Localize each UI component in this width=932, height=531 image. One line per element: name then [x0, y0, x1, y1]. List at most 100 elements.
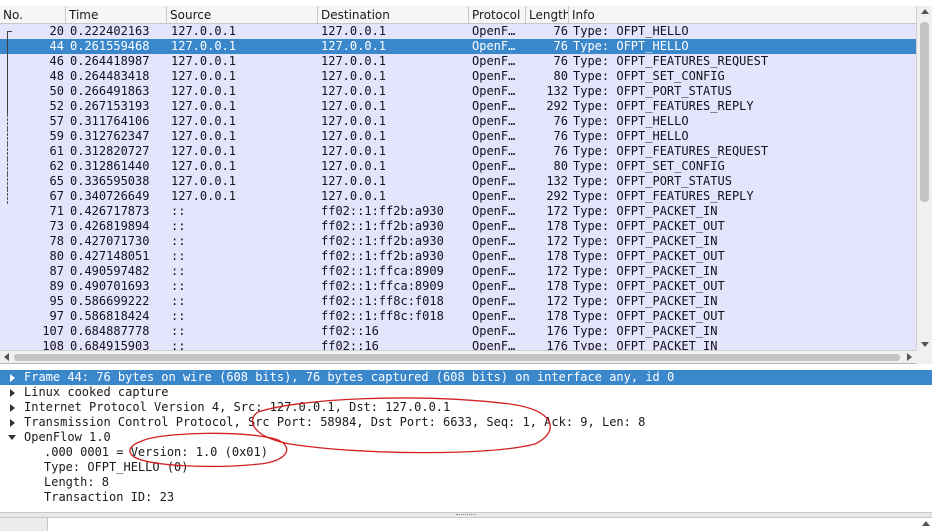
- packet-protocol: OpenF…: [472, 54, 516, 68]
- splitter-grip-icon[interactable]: [456, 514, 476, 516]
- packet-list-vertical-scrollbar[interactable]: [916, 6, 932, 350]
- packet-source: 127.0.0.1: [171, 24, 237, 38]
- packet-list-header: No. Time Source Destination Protocol Len…: [0, 6, 916, 24]
- scroll-right-arrow-icon[interactable]: [907, 353, 912, 361]
- packet-row[interactable]: 71 0.426717873:: ff02::1:ff2b:a930 OpenF… 17…: [0, 204, 916, 219]
- collapse-arrow-icon[interactable]: [8, 435, 16, 440]
- column-header-info[interactable]: Info: [569, 6, 916, 24]
- packet-row[interactable]: 108 0.684915903:: ff02::16 OpenF… 176 Type: O…: [0, 339, 916, 350]
- packet-protocol: OpenF…: [472, 24, 516, 38]
- packet-row[interactable]: 73 0.426819894:: ff02::1:ff2b:a930 OpenF… 17…: [0, 219, 916, 234]
- detail-tree-item[interactable]: .000 0001 = Version: 1.0 (0x01): [0, 445, 932, 460]
- packet-info: Type: OFPT_PACKET_OUT: [573, 279, 725, 293]
- packet-protocol: OpenF…: [472, 204, 516, 218]
- packet-time: 0.586699222: [70, 294, 150, 308]
- packet-source: 127.0.0.1: [171, 144, 237, 158]
- packet-no: 73: [49, 219, 64, 233]
- detail-tree-item[interactable]: Transaction ID: 23: [0, 490, 932, 505]
- expand-arrow-icon[interactable]: [10, 404, 15, 412]
- scroll-down-arrow-icon[interactable]: [921, 342, 929, 347]
- packet-list-pane[interactable]: No. Time Source Destination Protocol Len…: [0, 0, 932, 364]
- packet-time: 0.586818424: [70, 309, 150, 323]
- packet-destination: 127.0.0.1: [321, 174, 387, 188]
- packet-no: 61: [49, 144, 64, 158]
- bytes-offset-column: [0, 518, 48, 531]
- detail-tree-item[interactable]: Type: OFPT_HELLO (0): [0, 460, 932, 475]
- packet-row[interactable]: 62 0.312861440 127.0.0.1 127.0.0.1 OpenF… 80 T…: [0, 159, 916, 174]
- packet-length: 76: [553, 24, 568, 38]
- packet-row[interactable]: 65 0.336595038 127.0.0.1 127.0.0.1 OpenF… 132…: [0, 174, 916, 189]
- detail-tree-item[interactable]: Linux cooked capture: [0, 385, 932, 400]
- scroll-up-arrow-icon[interactable]: [921, 9, 929, 14]
- packet-protocol: OpenF…: [472, 129, 516, 143]
- packet-row[interactable]: 89 0.490701693:: ff02::1:ffca:8909 OpenF… 17…: [0, 279, 916, 294]
- packet-protocol: OpenF…: [472, 294, 516, 308]
- packet-row[interactable]: 57 0.311764106 127.0.0.1 127.0.0.1 OpenF… 76 T…: [0, 114, 916, 129]
- packet-info: Type: OFPT_PACKET_IN: [573, 339, 718, 350]
- packet-time: 0.267153193: [70, 99, 150, 113]
- packet-time: 0.261559468: [70, 39, 150, 53]
- expand-arrow-icon[interactable]: [10, 389, 15, 397]
- packet-row[interactable]: 48 0.264483418 127.0.0.1 127.0.0.1 OpenF… 80 T…: [0, 69, 916, 84]
- packet-source: ::: [171, 309, 186, 323]
- packet-time: 0.264418987: [70, 54, 150, 68]
- packet-protocol: OpenF…: [472, 84, 516, 98]
- packet-length: 76: [553, 54, 568, 68]
- packet-info: Type: OFPT_FEATURES_REQUEST: [573, 54, 769, 68]
- detail-tree-item-label: .000 0001 = Version: 1.0 (0x01): [44, 445, 268, 459]
- packet-row[interactable]: 78 0.427071730:: ff02::1:ff2b:a930 OpenF… 17…: [0, 234, 916, 249]
- detail-tree-item[interactable]: Frame 44: 76 bytes on wire (608 bits), 7…: [0, 370, 932, 385]
- packet-bytes-pane[interactable]: [0, 517, 932, 531]
- expand-arrow-icon[interactable]: [10, 374, 15, 382]
- packet-info: Type: OFPT_PACKET_OUT: [573, 309, 725, 323]
- packet-row[interactable]: 107 0.684887778:: ff02::16 OpenF… 176 Type: O…: [0, 324, 916, 339]
- packet-no: 46: [49, 54, 64, 68]
- detail-tree-item[interactable]: OpenFlow 1.0: [0, 430, 932, 445]
- packet-row[interactable]: 20 0.222402163 127.0.0.1 127.0.0.1 OpenF… 76 T…: [0, 24, 916, 39]
- packet-details-pane[interactable]: Frame 44: 76 bytes on wire (608 bits), 7…: [0, 368, 932, 510]
- detail-tree-item[interactable]: Length: 8: [0, 475, 932, 490]
- packet-info: Type: OFPT_PACKET_IN: [573, 264, 718, 278]
- packet-length: 172: [546, 234, 568, 248]
- packet-row[interactable]: 52 0.267153193 127.0.0.1 127.0.0.1 OpenF… 292…: [0, 99, 916, 114]
- packet-row[interactable]: 97 0.586818424:: ff02::1:ff8c:f018 OpenF… 17…: [0, 309, 916, 324]
- column-header-source[interactable]: Source: [167, 6, 318, 24]
- packet-row[interactable]: 50 0.266491863 127.0.0.1 127.0.0.1 OpenF… 132…: [0, 84, 916, 99]
- packet-row[interactable]: 44 0.261559468 127.0.0.1 127.0.0.1 OpenF… 76 T…: [0, 39, 916, 54]
- packet-protocol: OpenF…: [472, 249, 516, 263]
- packet-destination: 127.0.0.1: [321, 84, 387, 98]
- packet-length: 172: [546, 264, 568, 278]
- vertical-scroll-thumb[interactable]: [920, 22, 929, 202]
- packet-destination: ff02::1:ff8c:f018: [321, 294, 444, 308]
- column-header-no[interactable]: No.: [0, 6, 66, 24]
- packet-destination: ff02::1:ff2b:a930: [321, 249, 444, 263]
- packet-row[interactable]: 59 0.312762347 127.0.0.1 127.0.0.1 OpenF… 76 T…: [0, 129, 916, 144]
- packet-time: 0.312762347: [70, 129, 150, 143]
- packet-row[interactable]: 61 0.312820727 127.0.0.1 127.0.0.1 OpenF… 76 T…: [0, 144, 916, 159]
- packet-row[interactable]: 46 0.264418987 127.0.0.1 127.0.0.1 OpenF… 76 T…: [0, 54, 916, 69]
- packet-row[interactable]: 80 0.427148051:: ff02::1:ff2b:a930 OpenF… 17…: [0, 249, 916, 264]
- packet-row[interactable]: 67 0.340726649 127.0.0.1 127.0.0.1 OpenF… 292…: [0, 189, 916, 204]
- packet-protocol: OpenF…: [472, 144, 516, 158]
- packet-length: 76: [553, 144, 568, 158]
- detail-tree-item-label: Transaction ID: 23: [44, 490, 175, 504]
- column-header-protocol[interactable]: Protocol: [469, 6, 526, 24]
- column-header-destination[interactable]: Destination: [318, 6, 469, 24]
- packet-row[interactable]: 87 0.490597482:: ff02::1:ffca:8909 OpenF… 17…: [0, 264, 916, 279]
- column-header-length[interactable]: Length: [526, 6, 569, 24]
- detail-tree-item[interactable]: Internet Protocol Version 4, Src: 127.0.…: [0, 400, 932, 415]
- bytes-scroll-up-arrow-icon[interactable]: [922, 521, 930, 526]
- packet-rows: 20 0.222402163 127.0.0.1 127.0.0.1 OpenF… 76 T…: [0, 24, 916, 350]
- packet-info: Type: OFPT_FEATURES_REPLY: [573, 99, 754, 113]
- detail-tree-item[interactable]: Transmission Control Protocol, Src Port:…: [0, 415, 932, 430]
- scroll-left-arrow-icon[interactable]: [4, 353, 9, 361]
- horizontal-scroll-thumb[interactable]: [14, 354, 900, 361]
- column-header-time[interactable]: Time: [66, 6, 167, 24]
- packet-list-horizontal-scrollbar[interactable]: [0, 350, 916, 363]
- packet-no: 97: [49, 309, 64, 323]
- expand-arrow-icon[interactable]: [10, 419, 15, 427]
- detail-tree-item-label: Type: OFPT_HELLO (0): [44, 460, 189, 474]
- packet-source: 127.0.0.1: [171, 54, 237, 68]
- packet-row[interactable]: 95 0.586699222:: ff02::1:ff8c:f018 OpenF… 17…: [0, 294, 916, 309]
- packet-length: 178: [546, 279, 568, 293]
